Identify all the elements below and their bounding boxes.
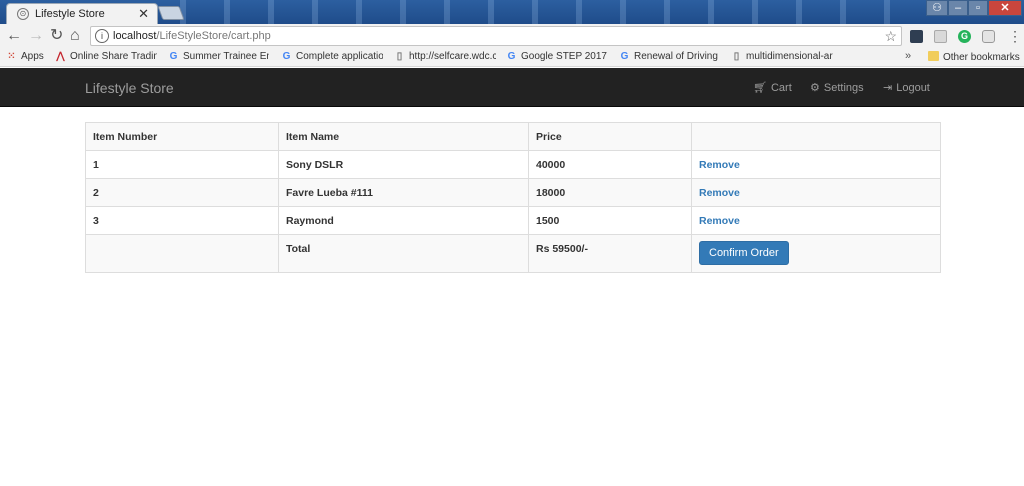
nav-settings-link[interactable]: ⚙ Settings (810, 81, 864, 94)
nav-logout-label: Logout (896, 82, 930, 94)
address-bar[interactable]: i localhost/LifeStyleStore/cart.php ☆ (90, 26, 902, 46)
bookmark-label: Complete application (296, 51, 383, 62)
empty-cell (85, 234, 279, 273)
nav-cart-link[interactable]: 🛒︎ Cart (753, 81, 792, 94)
total-label: Total (278, 234, 529, 273)
url-path: /LifeStyleStore/cart.php (156, 30, 271, 42)
bookmark-label: multidimensional-arr (746, 51, 833, 62)
window-close-button[interactable]: ✕ (988, 0, 1022, 16)
url-host: localhost (113, 30, 157, 42)
bookmark-star-icon[interactable]: ☆ (884, 28, 897, 45)
brand-link[interactable]: Lifestyle Store (85, 80, 174, 96)
bookmark-label: Online Share Trading (70, 51, 157, 62)
app-navbar: Lifestyle Store 🛒︎ Cart ⚙ Settings ⇥ Logout (0, 68, 1024, 107)
other-bookmarks[interactable]: Other bookmarks (928, 51, 1022, 65)
item-price-cell: 18000 (528, 178, 692, 207)
item-price-cell: 1500 (528, 206, 692, 235)
shield-extension-icon[interactable] (982, 30, 995, 43)
confirm-cell: Confirm Order (691, 234, 941, 273)
page-icon: ▯ (396, 51, 403, 62)
table-header-row: Item Number Item Name Price (85, 122, 941, 151)
nav-cart-label: Cart (770, 82, 792, 94)
logout-icon: ⇥ (883, 82, 893, 94)
apps-icon: ⁙ (7, 51, 16, 62)
bookmark-online-share-trading[interactable]: ⋀ Online Share Trading (55, 51, 157, 65)
bookmark-label: Google STEP 2017 - S (521, 51, 608, 62)
bookmark-renewal-driving[interactable]: G Renewal of Driving Li (619, 51, 719, 65)
bookmark-apps[interactable]: ⁙ Apps (6, 51, 50, 65)
column-header-item-name: Item Name (278, 122, 529, 151)
a-icon: ⋀ (56, 51, 65, 62)
cart-table: Item Number Item Name Price 1 Sony DSLR … (85, 122, 941, 273)
remove-item-link[interactable]: Remove (699, 159, 740, 171)
item-action-cell: Remove (691, 206, 941, 235)
bookmarks-bar: ⁙ Apps ⋀ Online Share Trading G Summer Trai… (0, 48, 1024, 67)
item-number-cell: 3 (85, 206, 279, 235)
bookmark-complete-application[interactable]: G Complete application (281, 51, 383, 65)
user-profile-icon[interactable]: ⚇ (926, 0, 948, 16)
other-bookmarks-label: Other bookmarks (943, 52, 1020, 63)
bookmark-label: http://selfcare.wdc.co (409, 51, 496, 62)
item-name-cell: Raymond (278, 206, 529, 235)
confirm-order-button[interactable]: Confirm Order (699, 241, 789, 265)
total-value: Rs 59500/- (528, 234, 692, 273)
item-name-cell: Favre Lueba #111 (278, 178, 529, 207)
url-text[interactable]: localhost/LifeStyleStore/cart.php (113, 30, 271, 42)
site-info-icon[interactable]: i (95, 29, 109, 43)
item-name-cell: Sony DSLR (278, 150, 529, 179)
home-icon[interactable]: ⌂ (70, 27, 80, 45)
google-icon: G (620, 51, 629, 62)
grammarly-extension-icon[interactable]: G (958, 30, 971, 43)
google-icon: G (507, 51, 516, 62)
bookmark-label: Apps (21, 51, 44, 62)
extension-icon[interactable] (934, 30, 947, 43)
column-header-price: Price (528, 122, 692, 151)
bookmark-google-step[interactable]: G Google STEP 2017 - S (506, 51, 608, 65)
browser-tab[interactable]: ⊙ Lifestyle Store ✕ (6, 3, 158, 24)
folder-icon (928, 51, 939, 61)
bookmark-label: Summer Trainee Engi (183, 51, 269, 62)
forward-arrow-icon[interactable]: → (28, 27, 44, 45)
bookmark-multidimensional[interactable]: ▯ multidimensional-arr (731, 51, 833, 65)
bookmark-selfcare[interactable]: ▯ http://selfcare.wdc.co (394, 51, 496, 65)
nav-settings-label: Settings (823, 82, 864, 94)
column-header-action (691, 122, 941, 151)
tab-close-icon[interactable]: ✕ (138, 6, 149, 22)
item-action-cell: Remove (691, 150, 941, 179)
gear-icon: ⚙ (810, 82, 820, 94)
item-number-cell: 2 (85, 178, 279, 207)
table-row: 2 Favre Lueba #111 18000 Remove (85, 178, 941, 207)
back-arrow-icon[interactable]: ← (6, 27, 22, 45)
total-row: Total Rs 59500/- Confirm Order (85, 234, 941, 273)
titlebar-texture (180, 0, 920, 24)
reload-icon[interactable]: ↻ (50, 27, 63, 45)
google-icon: G (169, 51, 178, 62)
item-action-cell: Remove (691, 178, 941, 207)
column-header-item-number: Item Number (85, 122, 279, 151)
bookmark-summer-trainee[interactable]: G Summer Trainee Engi (168, 51, 269, 65)
table-row: 1 Sony DSLR 40000 Remove (85, 150, 941, 179)
extension-icon[interactable] (910, 30, 923, 43)
nav-logout-link[interactable]: ⇥ Logout (883, 81, 930, 94)
bookmark-label: Renewal of Driving Li (634, 51, 719, 62)
new-tab-button[interactable] (157, 6, 185, 20)
shopping-cart-icon: 🛒︎ (753, 82, 767, 94)
page-favicon-icon: ⊙ (17, 8, 29, 20)
item-price-cell: 40000 (528, 150, 692, 179)
google-icon: G (282, 51, 291, 62)
browser-menu-icon[interactable]: ⋮ (1008, 28, 1022, 45)
minimize-button[interactable]: – (948, 0, 968, 16)
tab-title: Lifestyle Store (35, 8, 105, 20)
browser-titlebar: ⊙ Lifestyle Store ✕ ⚇ – ▫ ✕ (0, 0, 1024, 24)
maximize-button[interactable]: ▫ (968, 0, 988, 16)
browser-toolbar: ← → ↻ ⌂ i localhost/LifeStyleStore/cart.… (0, 24, 1024, 48)
table-row: 3 Raymond 1500 Remove (85, 206, 941, 235)
remove-item-link[interactable]: Remove (699, 187, 740, 199)
item-number-cell: 1 (85, 150, 279, 179)
page-icon: ▯ (733, 51, 740, 62)
bookmarks-overflow-icon[interactable]: » (905, 50, 911, 62)
remove-item-link[interactable]: Remove (699, 215, 740, 227)
